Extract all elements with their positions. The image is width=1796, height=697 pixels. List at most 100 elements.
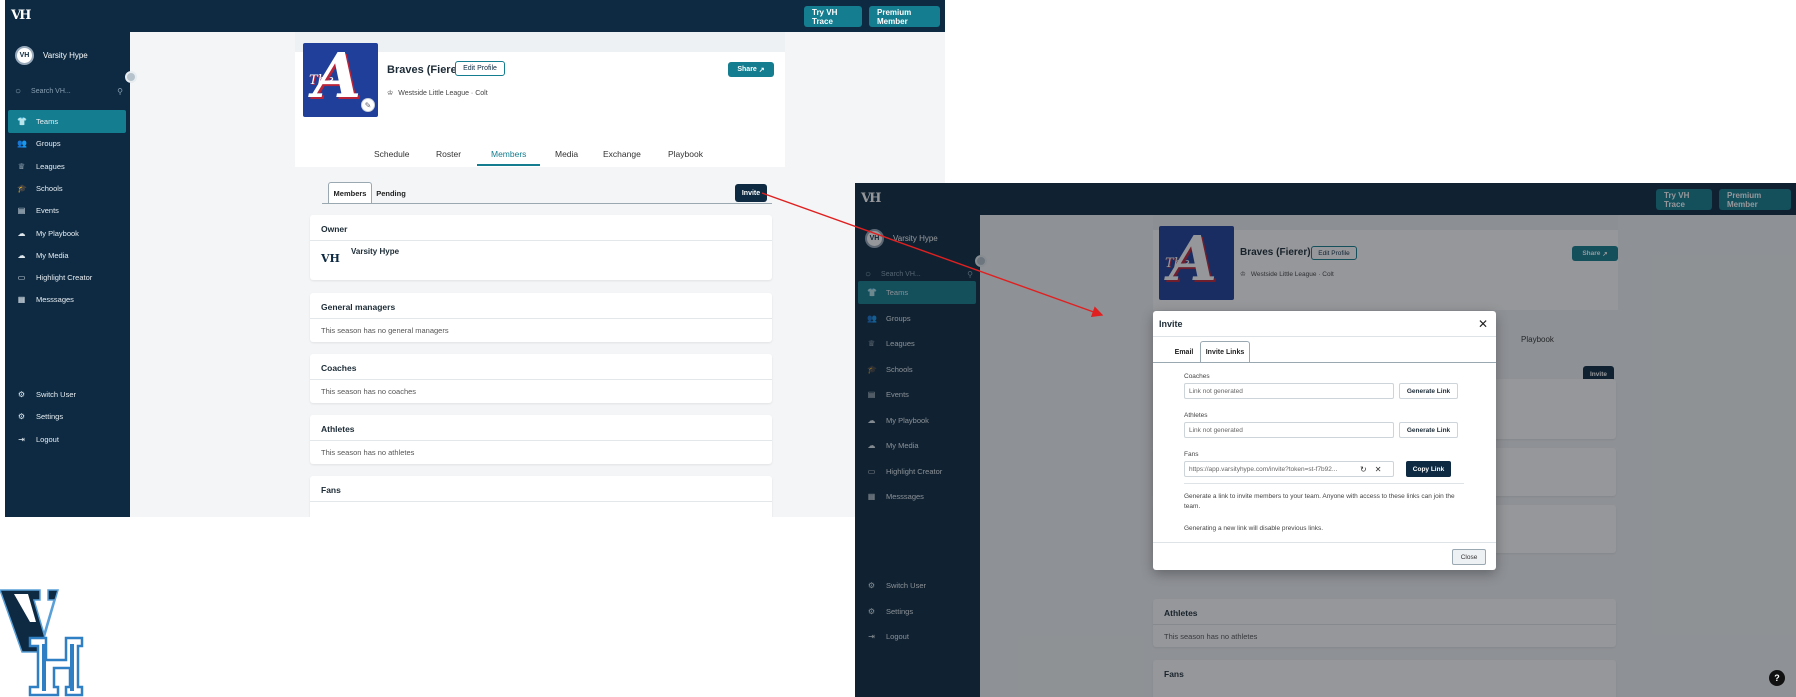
premium-member-button[interactable]: Premium Member [869,6,940,27]
help-icon[interactable]: ? [1769,670,1785,686]
tab-email[interactable]: Email [1167,341,1201,363]
search-placeholder: Search VH... [31,87,71,95]
top-navbar: VH Try VH Trace Premium Member [5,0,945,32]
sidebar-item-messsages[interactable]: ▦ Messsages [8,288,126,311]
sidebar-item-schools[interactable]: 🎓 Schools [8,177,126,200]
sidebar-item-label: Messsages [36,295,74,305]
tab-invite-links[interactable]: Invite Links [1200,341,1250,363]
sidebar-item-label: Teams [36,117,59,126]
sidebar-item-label: Settings [36,412,64,422]
subtab-pending[interactable]: Pending [374,182,408,204]
gm-empty: This season has no general managers [321,326,449,335]
sidebar-item-events[interactable]: ▤ Events [8,199,126,222]
sidebar-item-switch-user[interactable]: ⚙ Switch User [8,383,126,406]
tab-schedule[interactable]: Schedule [372,149,411,164]
owner-name[interactable]: Varsity Hype [351,247,399,256]
athletes-link-field[interactable]: Link not generated [1184,422,1394,438]
sidebar-item-label: Leagues [36,161,65,171]
try-vh-trace-button[interactable]: Try VH Trace [804,6,862,27]
close-button[interactable]: Close [1452,549,1486,565]
sidebar-item-leagues[interactable]: ♕ Leagues [8,155,126,178]
edit-profile-button[interactable]: Edit Profile [455,61,505,76]
trophy-icon: ♕ [17,161,26,171]
owner-avatar: VH [321,252,340,265]
coaches-card: Coaches This season has no coaches [310,354,772,403]
cloud-upload-icon: ☁ [17,228,26,238]
search-icon: ⚲ [117,86,123,96]
logout-icon: ⇥ [18,434,25,444]
tab-playbook[interactable]: Playbook [666,149,705,164]
sidebar-item-groups[interactable]: 👥 Groups [8,132,126,155]
athletes-empty: This season has no athletes [321,448,415,457]
invite-button[interactable]: Invite [735,184,767,202]
sidebar-user[interactable]: VH Varsity Hype [15,46,88,65]
fans-title: Fans [321,485,341,495]
external-link-icon: ↗ [756,66,765,74]
invite-help-text: Generate a link to invite members to you… [1184,493,1455,510]
chat-icon: ▦ [17,295,26,305]
sidebar-collapse-handle[interactable] [125,71,137,83]
league-line[interactable]: ♔ Westside Little League · Colt [387,89,488,98]
graduation-cap-icon: 🎓 [17,183,27,193]
sidebar-item-my-media[interactable]: ☁ My Media [8,244,126,267]
fans-link-field[interactable]: https://app.varsityhype.com/invite?token… [1184,461,1394,477]
avatar: VH [15,46,34,65]
coaches-link-field[interactable]: Link not generated [1184,383,1394,399]
gm-title: General managers [321,302,396,312]
tab-members[interactable]: Members [477,149,541,166]
sidebar: VH Varsity Hype ○ Search VH... ⚲ 👕 Teams 👥… [5,32,130,517]
sidebar-item-highlight-creator[interactable]: ▭ Highlight Creator [8,266,126,289]
video-icon: ▭ [17,273,26,283]
cloud-upload-icon: ☁ [17,250,26,260]
team-name: Braves (Fierer) [387,64,465,76]
invite-modal: Invite ✕ Email Invite Links Coaches Link… [1153,311,1496,570]
subtab-members[interactable]: Members [328,182,372,204]
sidebar-item-label: My Media [36,250,69,260]
generate-coaches-link-button[interactable]: Generate Link [1399,383,1458,399]
tab-exchange[interactable]: Exchange [601,149,643,164]
modal-title: Invite [1159,319,1183,329]
calendar-icon: ▤ [17,206,26,216]
sidebar-item-logout[interactable]: ⇥ Logout [8,428,126,451]
right-screenshot: VH Try VH Trace Premium Member VH Varsit… [855,183,1796,697]
athletes-card: Athletes This season has no athletes [310,415,772,464]
coaches-label: Coaches [1184,373,1210,380]
sidebar-item-settings[interactable]: ⚙ Settings [8,405,126,428]
sidebar-item-label: Groups [36,139,61,149]
tab-media[interactable]: Media [553,149,580,164]
coaches-empty: This season has no coaches [321,387,417,396]
sidebar-item-label: Schools [36,183,63,193]
sidebar-item-label: My Playbook [36,228,79,238]
search-icon: ○ [15,85,22,97]
generate-athletes-link-button[interactable]: Generate Link [1399,422,1458,438]
sidebar-item-label: Highlight Creator [36,273,93,283]
fans-label: Fans [1184,451,1199,458]
refresh-icon[interactable]: ↻ [1360,465,1367,474]
user-name: Varsity Hype [43,51,88,60]
team-profile-header: The A ✎ Braves (Fierer) Edit Profile ♔ W… [295,32,785,167]
sidebar-item-teams[interactable]: 👕 Teams [8,110,126,133]
share-button[interactable]: Share ↗ [728,62,774,77]
sidebar-item-label: Events [36,206,59,216]
sidebar-item-my-playbook[interactable]: ☁ My Playbook [8,222,126,245]
app-logo[interactable]: VH [11,8,31,23]
edit-logo-icon[interactable]: ✎ [361,98,375,112]
copy-link-button[interactable]: Copy Link [1406,461,1451,477]
sidebar-item-label: Switch User [36,390,77,399]
owner-title: Owner [321,224,348,234]
trophy-icon: ♔ [387,90,394,97]
tab-roster[interactable]: Roster [434,149,463,164]
shirt-icon: 👕 [17,117,27,126]
gear-icon: ⚙ [17,412,26,422]
search-input[interactable]: ○ Search VH... ⚲ [15,84,123,98]
close-icon[interactable]: ✕ [1478,317,1488,331]
athletes-label: Athletes [1184,412,1208,419]
fans-card: Fans [310,476,772,517]
varsity-hype-logo [0,589,84,697]
coaches-title: Coaches [321,363,357,373]
invite-warning-text: Generating a new link will disable previ… [1184,525,1324,532]
owner-card: Owner VH Varsity Hype [310,215,772,280]
sidebar-item-label: Logout [36,434,59,444]
clear-icon[interactable]: ✕ [1375,465,1382,474]
general-managers-card: General managers This season has no gene… [310,293,772,342]
